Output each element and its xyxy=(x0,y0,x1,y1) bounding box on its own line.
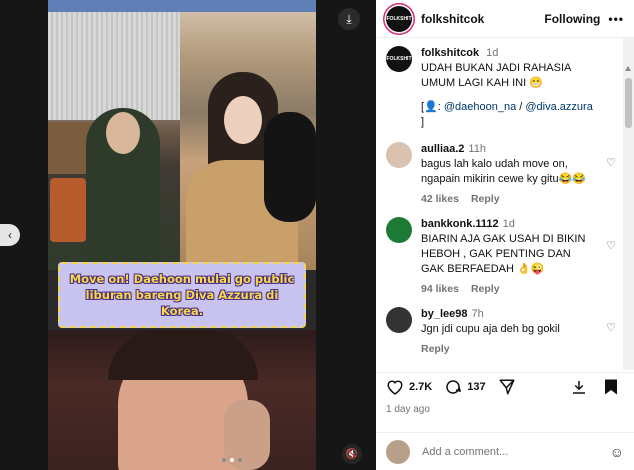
media-viewer: Move on! Daehoon mulai go public liburan… xyxy=(0,0,376,470)
comment-text: BIARIN AJA GAK USAH DI BIKIN HEBOH , GAK… xyxy=(421,233,586,275)
sky-strip xyxy=(48,0,316,12)
comments-count: 137 xyxy=(467,380,486,393)
comment-likes[interactable]: 94 likes xyxy=(421,283,459,295)
comment-item: by_lee98 7h Jgn jdi cupu aja deh bg gokil… xyxy=(386,307,622,357)
heart-icon[interactable]: ♡ xyxy=(606,239,616,252)
carousel-dots xyxy=(222,458,242,462)
comment-text: bagus lah kalo udah move on, ngapain mik… xyxy=(421,158,586,185)
heart-icon[interactable]: ♡ xyxy=(606,321,616,334)
comment-item: bankkonk.1112 1d BIARIN AJA GAK USAH DI B… xyxy=(386,217,622,297)
comment-time: 11h xyxy=(468,143,486,155)
mute-icon[interactable]: 🔇 xyxy=(342,444,362,464)
reply-button[interactable]: Reply xyxy=(471,193,500,205)
mention-link[interactable]: @diva.azzura xyxy=(525,101,592,113)
post-header: FOLKSHIT folkshitcok Following ••• xyxy=(376,0,634,38)
heart-icon xyxy=(387,380,403,395)
comment-text: Jgn jdi cupu aja deh bg gokil xyxy=(421,323,560,335)
comments-list: FOLKSHIT folkshitcok 1d UDAH BUKAN JADI … xyxy=(376,46,622,368)
more-options-icon[interactable]: ••• xyxy=(608,12,624,26)
post-caption: FOLKSHIT folkshitcok 1d UDAH BUKAN JADI … xyxy=(386,46,622,130)
header-username[interactable]: folkshitcok xyxy=(421,12,484,26)
comment-input[interactable] xyxy=(422,445,610,458)
caption-username[interactable]: folkshitcok xyxy=(421,47,479,59)
avatar[interactable] xyxy=(386,142,412,168)
reply-button[interactable]: Reply xyxy=(421,343,450,355)
bookmark-button[interactable] xyxy=(603,378,624,396)
avatar[interactable] xyxy=(386,217,412,243)
heart-icon[interactable]: ♡ xyxy=(606,156,616,169)
avatar[interactable]: FOLKSHIT xyxy=(386,5,412,32)
photo-woman xyxy=(180,0,316,270)
comment-username[interactable]: by_lee98 xyxy=(421,308,467,320)
comment-time: 1d xyxy=(502,218,515,230)
share-icon xyxy=(499,379,515,394)
reply-button[interactable]: Reply xyxy=(471,283,500,295)
comment-time: 7h xyxy=(471,308,484,320)
mention-link[interactable]: @daehoon_na xyxy=(444,101,516,113)
share-button[interactable] xyxy=(498,378,521,396)
like-button[interactable]: 2.7K xyxy=(386,378,432,395)
comments-scrollbar[interactable] xyxy=(623,38,634,370)
add-comment-bar: ☺ xyxy=(376,432,634,470)
caption-avatar[interactable]: FOLKSHIT xyxy=(386,46,412,72)
photo-bottom xyxy=(48,330,316,470)
avatar xyxy=(386,439,410,464)
media-caption-text: Move on! Daehoon mulai go public liburan… xyxy=(69,272,295,318)
photo-man xyxy=(48,0,180,270)
post-panel: FOLKSHIT folkshitcok Following ••• FOLKS… xyxy=(376,0,634,470)
comment-likes[interactable]: 42 likes xyxy=(421,193,459,205)
save-button[interactable] xyxy=(570,378,593,396)
following-button[interactable]: Following xyxy=(544,12,600,26)
post-date: 1 day ago xyxy=(386,404,430,415)
caption-text: UDAH BUKAN JADI RAHASIA UMUM LAGI KAH IN… xyxy=(421,62,571,89)
emoji-icon[interactable]: ☺ xyxy=(610,444,624,460)
action-bar: 2.7K 137 xyxy=(376,372,634,400)
chevron-left-icon[interactable]: ‹ xyxy=(0,224,20,246)
media-caption-box: Move on! Daehoon mulai go public liburan… xyxy=(58,262,306,328)
comment-item: aulliaa.2 11h bagus lah kalo udah move on… xyxy=(386,142,622,207)
avatar[interactable] xyxy=(386,307,412,333)
bookmark-icon xyxy=(605,379,617,394)
likes-count: 2.7K xyxy=(409,380,433,393)
comment-button[interactable]: 137 xyxy=(444,378,486,396)
post-media[interactable]: Move on! Daehoon mulai go public liburan… xyxy=(48,0,316,470)
caption-mentions: [👤: @daehoon_na / @diva.azzura ] xyxy=(421,101,593,128)
download-icon[interactable]: ⤓ xyxy=(338,8,360,30)
caption-time: 1d xyxy=(486,47,499,59)
comment-username[interactable]: aulliaa.2 xyxy=(421,143,464,155)
comment-icon xyxy=(446,379,462,394)
repost-icon xyxy=(573,380,585,394)
comment-username[interactable]: bankkonk.1112 xyxy=(421,218,499,230)
